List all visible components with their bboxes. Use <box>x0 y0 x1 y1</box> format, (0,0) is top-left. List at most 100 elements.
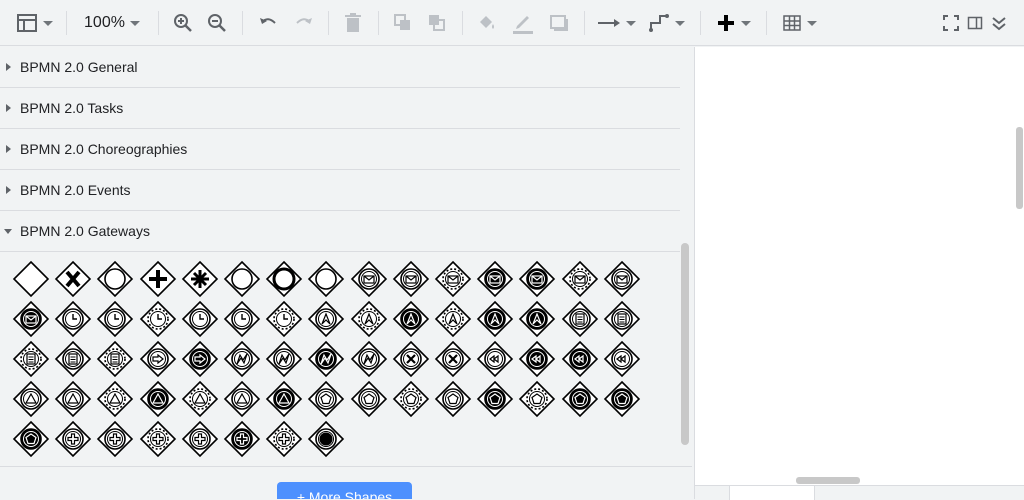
to-back-icon <box>429 15 445 31</box>
to-back-button[interactable] <box>424 8 450 38</box>
gateway-signal-dotted-icon[interactable] <box>96 380 134 418</box>
gateway-timer-dotted-icon[interactable] <box>265 300 303 338</box>
gateway-timer-icon[interactable] <box>223 300 261 338</box>
shadow-button[interactable] <box>546 8 572 38</box>
gateway-multiple-icon[interactable] <box>307 380 345 418</box>
gateway-timer-icon[interactable] <box>54 300 92 338</box>
section-bpmn-choreographies[interactable]: BPMN 2.0 Choreographies <box>0 129 680 170</box>
panel-tab[interactable] <box>729 486 815 500</box>
gateway-timer-dotted-icon[interactable] <box>139 300 177 338</box>
gateway-error-filled-icon[interactable] <box>307 340 345 378</box>
delete-button[interactable] <box>340 8 366 38</box>
gateway-event-thick-icon[interactable] <box>265 260 303 298</box>
to-front-button[interactable] <box>390 8 416 38</box>
chevron-down-icon <box>674 20 685 26</box>
gateway-escalation-dotted-icon[interactable] <box>350 300 388 338</box>
gateway-multiple-filled-icon[interactable] <box>603 380 641 418</box>
gateway-escalation-filled-icon[interactable] <box>392 300 430 338</box>
gateway-multiple-dotted-icon[interactable] <box>392 380 430 418</box>
view-menu-button[interactable] <box>10 8 58 38</box>
gateway-link-filled-icon[interactable] <box>181 340 219 378</box>
gateway-conditional-icon[interactable] <box>603 300 641 338</box>
gateway-compensation-filled-icon[interactable] <box>518 340 556 378</box>
gateway-message-filled-icon[interactable] <box>476 260 514 298</box>
gateway-signal-filled-icon[interactable] <box>265 380 303 418</box>
gateway-signal-filled-icon[interactable] <box>139 380 177 418</box>
gateway-multiple-dotted-icon[interactable] <box>518 380 556 418</box>
zoom-select[interactable]: 100% <box>78 8 146 38</box>
gateway-parallel-multiple-icon[interactable] <box>181 420 219 458</box>
complex-gateway-icon[interactable] <box>181 260 219 298</box>
gateway-multiple-filled-icon[interactable] <box>12 420 50 458</box>
gateway-escalation-dotted-icon[interactable] <box>434 300 472 338</box>
gateway-error-icon[interactable] <box>265 340 303 378</box>
gateway-message-filled-icon[interactable] <box>518 260 556 298</box>
zoom-out-button[interactable] <box>204 8 230 38</box>
format-panel-button[interactable] <box>964 8 986 38</box>
redo-button[interactable] <box>290 8 318 38</box>
gateway-parallel-multiple-icon[interactable] <box>96 420 134 458</box>
gateway-message-icon[interactable] <box>392 260 430 298</box>
gateway-timer-icon[interactable] <box>96 300 134 338</box>
more-shapes-button[interactable]: + More Shapes <box>277 482 412 499</box>
gateway-conditional-icon[interactable] <box>54 340 92 378</box>
section-bpmn-events[interactable]: BPMN 2.0 Events <box>0 170 680 211</box>
gateway-cancel-icon[interactable] <box>392 340 430 378</box>
gateway-message-icon[interactable] <box>603 260 641 298</box>
parallel-gateway-icon[interactable] <box>139 260 177 298</box>
table-button[interactable] <box>778 8 820 38</box>
gateway-conditional-dotted-icon[interactable] <box>12 340 50 378</box>
insert-button[interactable] <box>712 8 754 38</box>
connection-button[interactable] <box>596 8 636 38</box>
gateway-timer-icon[interactable] <box>181 300 219 338</box>
collapse-toolbar-button[interactable] <box>988 8 1010 38</box>
gateway-icon[interactable] <box>12 260 50 298</box>
fill-color-button[interactable] <box>474 8 500 38</box>
gateway-conditional-dotted-icon[interactable] <box>96 340 134 378</box>
gateway-cancel-icon[interactable] <box>434 340 472 378</box>
gateway-error-icon[interactable] <box>223 340 261 378</box>
gateway-escalation-filled-icon[interactable] <box>518 300 556 338</box>
line-color-button[interactable] <box>508 8 538 38</box>
gateway-multiple-filled-icon[interactable] <box>561 380 599 418</box>
gateway-multiple-icon[interactable] <box>350 380 388 418</box>
panel-horizontal-scrollbar[interactable] <box>796 477 860 484</box>
gateway-compensation-filled-icon[interactable] <box>561 340 599 378</box>
gateway-parallel-multiple-icon[interactable] <box>54 420 92 458</box>
panel-vertical-scrollbar[interactable] <box>1016 127 1023 209</box>
section-bpmn-tasks[interactable]: BPMN 2.0 Tasks <box>0 88 680 129</box>
gateway-escalation-icon[interactable] <box>307 300 345 338</box>
gateway-conditional-icon[interactable] <box>561 300 599 338</box>
undo-button[interactable] <box>254 8 282 38</box>
waypoints-button[interactable] <box>646 8 686 38</box>
gateway-link-icon[interactable] <box>139 340 177 378</box>
gateway-compensation-icon[interactable] <box>603 340 641 378</box>
gateway-error-icon[interactable] <box>350 340 388 378</box>
gateway-message-filled-icon[interactable] <box>12 300 50 338</box>
gateway-terminate-icon[interactable] <box>307 420 345 458</box>
gateway-event-icon[interactable] <box>307 260 345 298</box>
gateway-multiple-icon[interactable] <box>434 380 472 418</box>
exclusive-gateway-icon[interactable] <box>54 260 92 298</box>
section-bpmn-gateways[interactable]: BPMN 2.0 Gateways <box>0 211 680 252</box>
fullscreen-button[interactable] <box>940 8 962 38</box>
gateway-message-dotted-icon[interactable] <box>434 260 472 298</box>
gateway-parallel-multiple-dotted-icon[interactable] <box>265 420 303 458</box>
gateway-multiple-filled-icon[interactable] <box>476 380 514 418</box>
gateway-signal-icon[interactable] <box>12 380 50 418</box>
gateway-message-icon[interactable] <box>350 260 388 298</box>
gateway-event-icon[interactable] <box>96 260 134 298</box>
gateway-signal-icon[interactable] <box>223 380 261 418</box>
gateway-escalation-filled-icon[interactable] <box>476 300 514 338</box>
fill-color-icon <box>480 16 494 29</box>
gateway-signal-dotted-icon[interactable] <box>181 380 219 418</box>
gateway-message-dotted-icon[interactable] <box>561 260 599 298</box>
section-bpmn-general[interactable]: BPMN 2.0 General <box>0 47 680 88</box>
gateway-parallel-multiple-dotted-icon[interactable] <box>139 420 177 458</box>
zoom-in-button[interactable] <box>170 8 196 38</box>
gateway-signal-icon[interactable] <box>54 380 92 418</box>
sidebar-scrollbar[interactable] <box>681 243 689 445</box>
gateway-parallel-multiple-filled-icon[interactable] <box>223 420 261 458</box>
gateway-compensation-icon[interactable] <box>476 340 514 378</box>
gateway-event-icon[interactable] <box>223 260 261 298</box>
